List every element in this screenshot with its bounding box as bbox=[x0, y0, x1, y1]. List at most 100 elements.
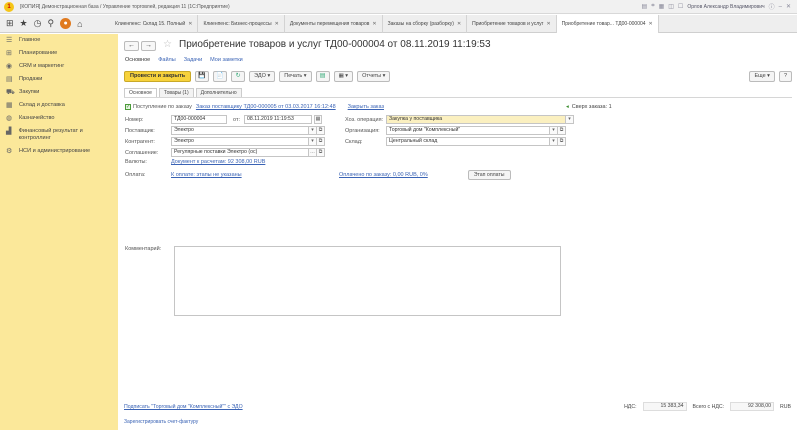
total-label: Всего с НДС: bbox=[692, 403, 725, 410]
supplier-open[interactable]: ⧉ bbox=[317, 126, 325, 135]
close-tab-icon[interactable]: ✕ bbox=[372, 21, 376, 27]
favorite-star-icon[interactable]: ☆ bbox=[163, 39, 172, 50]
operation-dropdown[interactable]: ▾ bbox=[566, 115, 574, 124]
link-main[interactable]: Основное bbox=[125, 57, 150, 63]
sidebar-item-purchases[interactable]: ⛟ Закупки bbox=[0, 86, 118, 99]
received-checkbox[interactable]: ✓ bbox=[125, 104, 131, 110]
post-and-close-button[interactable]: Провести и закрыть bbox=[124, 70, 192, 82]
close-window-icon[interactable]: ✕ bbox=[786, 3, 791, 10]
tab-purchases-list[interactable]: Приобретение товаров и услуг ✕ bbox=[467, 14, 557, 33]
treasury-icon: ◍ bbox=[6, 115, 13, 122]
structure-icon[interactable]: ▤ bbox=[315, 70, 330, 82]
close-tab-icon[interactable]: ✕ bbox=[649, 21, 653, 27]
close-tab-icon[interactable]: ✕ bbox=[275, 21, 279, 27]
calendar-icon[interactable]: ▦ bbox=[314, 115, 322, 124]
back-button[interactable]: ← bbox=[124, 41, 139, 51]
link-notes[interactable]: Мои заметки bbox=[210, 57, 243, 63]
subtab-main[interactable]: Основное bbox=[124, 88, 157, 97]
sidebar-item-planning[interactable]: ⊞ Планирование bbox=[0, 47, 118, 60]
notifications-icon[interactable]: ● bbox=[60, 18, 72, 29]
sidebar-item-treasury[interactable]: ◍ Казначейство bbox=[0, 112, 118, 125]
subtab-divider bbox=[124, 97, 792, 98]
forward-button[interactable]: → bbox=[141, 41, 156, 51]
register-invoice-link[interactable]: Зарегистрировать счет-фактуру bbox=[124, 419, 198, 425]
sidebar-item-crm[interactable]: ◉ CRM и маркетинг bbox=[0, 60, 118, 73]
comment-field[interactable] bbox=[174, 246, 561, 316]
sidebar-item-finance[interactable]: ▟ Финансовый результат и контроллинг bbox=[0, 125, 118, 145]
tab-business-processes[interactable]: Клиенпенс: Бизнес-процессы ✕ bbox=[198, 14, 285, 33]
info-icon[interactable]: ⓘ bbox=[769, 2, 775, 11]
favorites-icon[interactable]: ★ bbox=[20, 18, 28, 29]
tab-transfer-docs[interactable]: Документы перемещения товаров ✕ bbox=[285, 14, 383, 33]
subtab-goods[interactable]: Товары (1) bbox=[158, 88, 194, 97]
sidebar-item-warehouse[interactable]: ▦ Склад и доставка bbox=[0, 99, 118, 112]
payment-stages-button[interactable]: Этап оплаты bbox=[467, 170, 511, 180]
notify-icon[interactable]: ☐ bbox=[678, 3, 683, 10]
link-icon[interactable]: ⌗ bbox=[651, 3, 654, 10]
warehouse-field[interactable]: Центральный склад bbox=[386, 137, 550, 146]
date-field[interactable]: 08.11.2019 11:19:53 bbox=[244, 115, 312, 124]
supplier-dropdown[interactable]: ▾ bbox=[309, 126, 317, 135]
gear-icon: ⚙ bbox=[6, 148, 13, 155]
sidebar-item-admin[interactable]: ⚙ НСИ и администрирование bbox=[0, 145, 118, 158]
save-icon[interactable]: 💾 bbox=[195, 70, 210, 82]
document-form: ← → ☆ Приобретение товаров и услуг ТД00-… bbox=[119, 34, 797, 430]
search-icon[interactable]: ⚲ bbox=[47, 18, 54, 29]
order-link[interactable]: Заказ поставщику ТД00-000005 от 03.03.20… bbox=[196, 104, 336, 110]
link-files[interactable]: Файлы bbox=[158, 57, 175, 63]
subtab-additional[interactable]: Дополнительно bbox=[195, 88, 242, 97]
organization-field[interactable]: Торговый дом "Комплексный" bbox=[386, 126, 550, 135]
paid-by-order-link[interactable]: Оплачено по заказу: 0,00 RUB, 0% bbox=[339, 172, 428, 178]
agreement-open[interactable]: ⧉ bbox=[317, 148, 325, 157]
operation-field[interactable]: Закупка у поставщика bbox=[386, 115, 566, 124]
warehouse-dropdown[interactable]: ▾ bbox=[550, 137, 558, 146]
number-field[interactable]: ТД00-000004 bbox=[171, 115, 227, 124]
signature-link[interactable]: Подписать "Торговый дом "Комплексный"" с… bbox=[124, 404, 243, 410]
tab-label: Клиенпенс: Бизнес-процессы bbox=[203, 20, 272, 27]
agreement-field[interactable]: Регулярные поставки Электро (ос) bbox=[171, 148, 309, 157]
titlebar-icons: ▤ ⌗ ▦ ◫ ☐ Орлов Александр Владимирович ⓘ… bbox=[642, 2, 791, 11]
page-title: Приобретение товаров и услуг ТД00-000004… bbox=[179, 39, 491, 50]
refresh-icon[interactable]: ↻ bbox=[231, 70, 246, 82]
link-tasks[interactable]: Задачи bbox=[184, 57, 202, 63]
tab-warehouse[interactable]: Клиенпенс: Склад 15. Полный ✕ bbox=[110, 14, 199, 33]
help-button[interactable]: ? bbox=[778, 70, 792, 82]
agreement-label: Соглашение: bbox=[125, 149, 159, 156]
counterparty-field[interactable]: Электро bbox=[171, 137, 309, 146]
more-button[interactable]: Еще ▾ bbox=[749, 70, 775, 82]
user-name[interactable]: Орлов Александр Владимирович bbox=[687, 4, 764, 10]
history-clock-icon[interactable]: ◷ bbox=[34, 18, 42, 29]
calendar-icon[interactable]: ◫ bbox=[668, 3, 674, 10]
attach-button[interactable]: ▦ ▾ bbox=[333, 70, 354, 82]
payments-label: Валюты: bbox=[125, 159, 147, 165]
counterparty-open[interactable]: ⧉ bbox=[317, 137, 325, 146]
close-order-link[interactable]: Закрыть заказ bbox=[348, 104, 384, 110]
warehouse-row: Склад: Центральный склад ▾ ⧉ bbox=[345, 137, 566, 146]
reports-label: Отчеты bbox=[362, 72, 382, 79]
grid-menu-icon[interactable]: ⊞ bbox=[6, 18, 14, 29]
print-button[interactable]: Печать ▾ bbox=[279, 70, 312, 82]
organization-dropdown[interactable]: ▾ bbox=[550, 126, 558, 135]
close-tab-icon[interactable]: ✕ bbox=[188, 21, 192, 27]
total-value: 92 308,00 bbox=[730, 402, 775, 411]
sidebar-item-sales[interactable]: ▤ Продажи bbox=[0, 73, 118, 86]
payments-link[interactable]: Документ к расчетам: 92 308,00 RUB bbox=[171, 159, 265, 165]
sidebar-item-main[interactable]: ☰ Главное bbox=[0, 34, 118, 47]
edo-button[interactable]: ЭДО ▾ bbox=[249, 70, 276, 82]
close-tab-icon[interactable]: ✕ bbox=[457, 21, 461, 27]
warehouse-open[interactable]: ⧉ bbox=[558, 137, 566, 146]
agreement-dropdown[interactable]: … bbox=[309, 148, 317, 157]
home-icon[interactable]: ⌂ bbox=[77, 19, 82, 29]
calc-icon[interactable]: ▦ bbox=[659, 3, 665, 10]
tab-assembly-orders[interactable]: Заказы на сборку (разборку) ✕ bbox=[383, 14, 468, 33]
payment-link[interactable]: К оплате: этапы не указаны bbox=[171, 172, 339, 178]
organization-open[interactable]: ⧉ bbox=[558, 126, 566, 135]
close-tab-icon[interactable]: ✕ bbox=[546, 21, 550, 27]
counterparty-dropdown[interactable]: ▾ bbox=[309, 137, 317, 146]
history-icon[interactable]: ▤ bbox=[642, 3, 648, 10]
minimize-icon[interactable]: ‒ bbox=[779, 4, 782, 10]
reports-button[interactable]: Отчеты ▾ bbox=[357, 70, 391, 82]
document-icon[interactable]: 📄 bbox=[213, 70, 228, 82]
supplier-field[interactable]: Электро bbox=[171, 126, 309, 135]
tab-purchase-document[interactable]: Приобретение товар... ТД00-000004 ✕ bbox=[556, 14, 659, 33]
